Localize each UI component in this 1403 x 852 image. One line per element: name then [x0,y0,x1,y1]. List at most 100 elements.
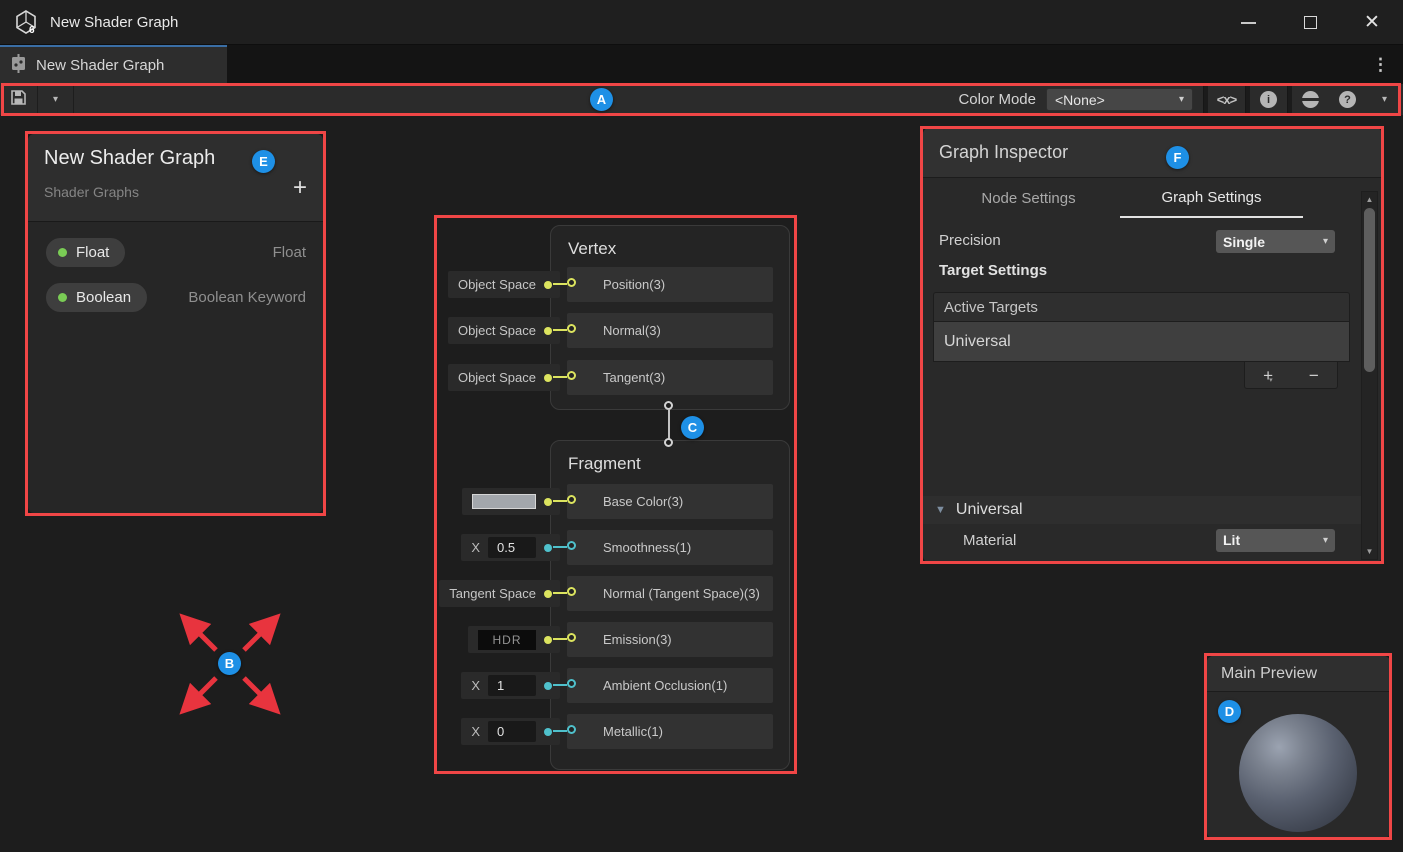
graph-inspector-title: Graph Inspector [923,128,1382,178]
port-label: Ambient Occlusion(1) [567,668,773,703]
save-options-dropdown[interactable]: ▾ [38,84,74,115]
input-port-icon[interactable] [567,587,576,596]
space-selector[interactable]: Object Space [448,317,560,344]
space-selector-label: Object Space [458,370,536,385]
space-selector[interactable]: Object Space [448,271,560,298]
float-field: X 0.5 [461,534,560,561]
blackboard-toggle-button[interactable]: <x> [1208,84,1245,115]
inspector-scrollbar[interactable]: ▲ ▼ [1361,191,1378,560]
scroll-down-icon[interactable]: ▼ [1362,544,1377,559]
callout-badge-c: C [681,416,704,439]
exposed-dot-icon [58,293,67,302]
value-input[interactable]: 0 [488,721,536,742]
input-port-icon[interactable] [567,541,576,550]
property-type: Float [273,244,306,261]
preview-sphere[interactable] [1239,714,1357,832]
minimize-button[interactable] [1217,0,1279,45]
port-label: Smoothness(1) [567,530,773,565]
port-label: Metallic(1) [567,714,773,749]
toolbar-overflow-dropdown[interactable]: ▾ [1366,84,1403,115]
value-input[interactable]: 1 [488,675,536,696]
hdr-color-field[interactable]: HDR [468,626,560,653]
window-controls: ✕ [1217,0,1403,45]
connector-dot-icon [544,682,552,690]
input-port-icon[interactable] [567,495,576,504]
active-targets-header: Active Targets [933,292,1350,322]
port-label: Normal (Tangent Space)(3) [567,576,773,611]
precision-dropdown[interactable]: Single ▾ [1216,230,1335,253]
chevron-down-icon: ▾ [1179,94,1184,105]
targets-list-footer: + ▾ − [933,362,1350,394]
vertex-fragment-edge[interactable] [660,401,679,449]
x-axis-label: X [471,724,480,739]
graph-toolbar: ▾ Color Mode <None> ▾ <x> i ? [0,84,1403,115]
tab-node-settings[interactable]: Node Settings [937,178,1120,218]
connector-dot-icon [544,636,552,644]
graph-inspector-panel: Graph Inspector Node Settings Graph Sett… [922,127,1383,563]
input-port-icon[interactable] [567,371,576,380]
main-preview-title: Main Preview [1207,656,1390,692]
callout-badge-d: D [1218,700,1241,723]
universal-foldout[interactable]: ▼ Universal [923,496,1361,524]
scrollbar-thumb[interactable] [1364,208,1375,372]
exposed-dot-icon [58,248,67,257]
port-row-tangent: Object Space Tangent(3) [445,360,773,395]
tab-graph-settings[interactable]: Graph Settings [1120,178,1303,218]
material-dropdown[interactable]: Lit ▾ [1216,529,1335,552]
value-input[interactable]: 0.5 [488,537,536,558]
input-port-icon[interactable] [567,324,576,333]
target-item-universal[interactable]: Universal [933,322,1350,362]
input-port-icon[interactable] [567,633,576,642]
float-field: X 0 [461,718,560,745]
property-pill-boolean[interactable]: Boolean [45,282,148,313]
blackboard-subtitle: Shader Graphs [44,184,139,200]
material-label: Material [963,532,1016,549]
main-preview-toggle-button[interactable] [1292,84,1329,115]
blackboard-header: New Shader Graph Shader Graphs + [28,134,323,222]
input-port-icon[interactable] [567,679,576,688]
input-port-icon[interactable] [567,725,576,734]
space-selector[interactable]: Tangent Space [439,580,560,607]
scroll-up-icon[interactable]: ▲ [1362,192,1377,207]
close-button[interactable]: ✕ [1341,0,1403,45]
property-row-boolean: Boolean Boolean Keyword [28,278,323,316]
port-label: Position(3) [567,267,773,302]
color-mode-dropdown[interactable]: <None> ▾ [1046,88,1193,111]
color-field[interactable] [462,488,560,515]
setting-row-allow-material-override: Allow Material Override [923,557,1361,563]
color-mode-value: <None> [1055,92,1179,108]
graph-inspector-toggle-button[interactable]: i [1250,84,1287,115]
callout-badge-f: F [1166,146,1189,169]
save-asset-button[interactable] [0,84,38,115]
targets-list-buttons: + ▾ − [1244,362,1338,389]
property-pill-float[interactable]: Float [45,237,126,268]
window-title: New Shader Graph [50,14,178,31]
inspector-tabs: Node Settings Graph Settings [923,178,1382,218]
help-icon: ? [1339,91,1356,108]
remove-target-button[interactable]: − [1309,367,1319,384]
svg-text:6: 6 [29,25,35,35]
connector-dot-icon [544,728,552,736]
chevron-down-icon: ▾ [53,94,58,105]
color-swatch[interactable] [472,494,536,509]
tab-menu-kebab-icon[interactable]: ⋮ [1372,45,1389,84]
port-row-emission: HDR Emission(3) [445,622,773,657]
port-label: Normal(3) [567,313,773,348]
allow-material-override-checkbox[interactable] [1216,561,1235,564]
allow-material-override-label: Allow Material Override [963,562,1118,564]
space-selector[interactable]: Object Space [448,364,560,391]
tab-new-shader-graph[interactable]: New Shader Graph [0,45,227,84]
foldout-label: Universal [956,501,1023,519]
add-property-button[interactable]: + [293,176,307,200]
inspector-content: Precision Single ▾ Target Settings Activ… [923,218,1382,563]
chevron-down-icon: ▾ [1323,535,1328,546]
tab-label: New Shader Graph [36,57,164,74]
port-row-position: Object Space Position(3) [445,267,773,302]
titlebar: 6 New Shader Graph ✕ [0,0,1403,45]
space-selector-label: Object Space [458,323,536,338]
port-row-metallic: X 0 Metallic(1) [445,714,773,749]
edge-port-icon [664,438,673,447]
maximize-button[interactable] [1279,0,1341,45]
input-port-icon[interactable] [567,278,576,287]
help-button[interactable]: ? [1329,84,1366,115]
